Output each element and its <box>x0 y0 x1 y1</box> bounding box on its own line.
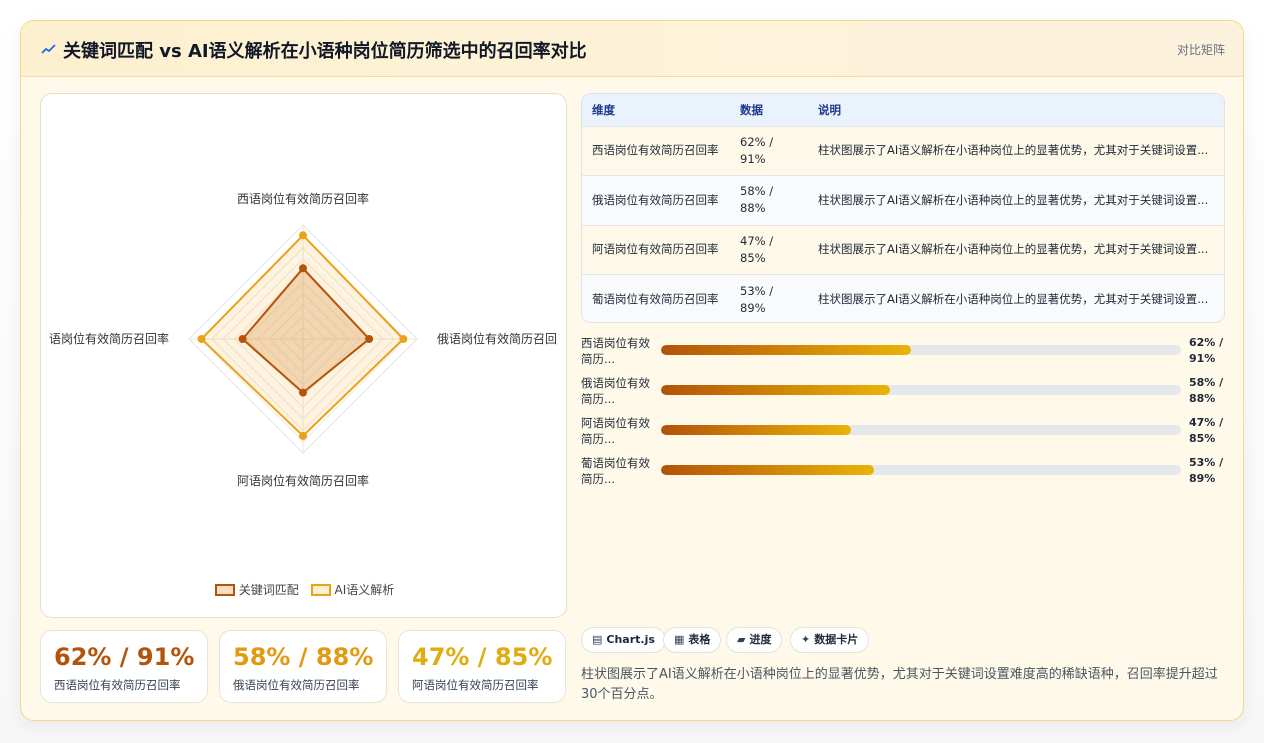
stat-card: 58% / 88% 俄语岗位有效简历召回率 <box>219 630 387 703</box>
legend-swatch-series2 <box>310 584 331 596</box>
table-cell-description: 柱状图展示了AI语义解析在小语种岗位上的显著优势，尤其对于关键词设置... <box>818 143 1209 158</box>
table-row: 俄语岗位有效简历召回率 58% / 88% 柱状图展示了AI语义解析在小语种岗位… <box>582 175 1224 225</box>
stat-label: 俄语岗位有效简历召回率 <box>233 678 360 692</box>
progress-row: 阿语岗位有效简历... 47% / 85% <box>581 415 1225 447</box>
progress-fill <box>661 465 875 475</box>
table-header-data: 数据 <box>740 102 763 117</box>
table-row: 阿语岗位有效简历召回率 47% / 85% 柱状图展示了AI语义解析在小语种岗位… <box>582 225 1224 275</box>
table-header-row: 维度 数据 说明 <box>582 94 1224 126</box>
progress-value: 62% / 91% <box>1189 336 1224 365</box>
chip-table[interactable]: ▦ 表格 <box>663 627 722 653</box>
chart-legend: 关键词匹配 AI语义解析 <box>41 581 568 598</box>
radar-axis-label: 语岗位有效简历召回率 <box>49 331 169 346</box>
progress-label: 俄语岗位有效简历... <box>581 376 650 406</box>
header-tag: 对比矩阵 <box>1176 43 1225 57</box>
radar-point <box>365 335 374 343</box>
progress-track <box>661 425 1181 435</box>
stat-value: 62% / 91% <box>54 643 195 671</box>
table-cell-dimension: 西语岗位有效简历召回率 <box>592 143 719 158</box>
table-header-description: 说明 <box>818 102 841 117</box>
stat-card: 62% / 91% 西语岗位有效简历召回率 <box>40 630 208 703</box>
progress-value: 53% / 89% <box>1189 456 1224 485</box>
chip-label: 进度 <box>749 633 772 646</box>
legend-item-series1[interactable]: 关键词匹配 <box>214 581 299 598</box>
table-header-dimension: 维度 <box>592 102 615 117</box>
legend-item-series2[interactable]: AI语义解析 <box>310 581 395 598</box>
table-cell-dimension: 俄语岗位有效简历召回率 <box>592 192 719 207</box>
progress-label: 阿语岗位有效简历... <box>581 416 650 446</box>
radar-chart-panel: 西语岗位有效简历召回率俄语岗位有效简历召回阿语岗位有效简历召回率 语岗位有效简历召… <box>40 93 567 618</box>
radar-point <box>299 264 307 273</box>
progress-fill <box>661 345 911 355</box>
radar-chart: 西语岗位有效简历召回率俄语岗位有效简历召回阿语岗位有效简历召回率 语岗位有效简历召… <box>49 191 557 488</box>
table-cell-dimension: 阿语岗位有效简历召回率 <box>592 242 719 257</box>
data-table: 维度 数据 说明 西语岗位有效简历召回率 62% / 91% 柱状图展示了AI语… <box>581 93 1225 323</box>
progress-icon: ▰ <box>737 633 746 646</box>
stat-value: 58% / 88% <box>233 643 374 671</box>
progress-label: 葡语岗位有效简历... <box>581 456 650 486</box>
stat-label: 阿语岗位有效简历召回率 <box>412 678 539 692</box>
chip-label: 表格 <box>688 633 711 646</box>
chip-chartjs[interactable]: ▤ Chart.js <box>581 627 666 653</box>
progress-row: 俄语岗位有效简历... 58% / 88% <box>581 375 1225 407</box>
table-cell-data: 62% / 91% <box>740 134 774 166</box>
radar-point <box>299 231 307 240</box>
table-cell-description: 柱状图展示了AI语义解析在小语种岗位上的显著优势，尤其对于关键词设置... <box>818 242 1209 257</box>
legend-swatch-series1 <box>214 584 235 596</box>
table-row: 葡语岗位有效简历召回率 53% / 89% 柱状图展示了AI语义解析在小语种岗位… <box>582 274 1224 322</box>
progress-track <box>661 385 1181 395</box>
progress-track <box>661 345 1181 355</box>
stat-label: 西语岗位有效简历召回率 <box>54 678 181 692</box>
chip-label: 数据卡片 <box>814 633 859 646</box>
chip-progress[interactable]: ▰ 进度 <box>726 627 783 653</box>
progress-row: 葡语岗位有效简历... 53% / 89% <box>581 455 1225 487</box>
radar-point <box>399 335 408 343</box>
comparison-card: 关键词匹配 vs AI语义解析在小语种岗位简历筛选中的召回率对比 对比矩阵 西语… <box>20 20 1244 721</box>
legend-label-series1: 关键词匹配 <box>238 583 299 597</box>
chip-data-card[interactable]: ✦ 数据卡片 <box>790 627 870 653</box>
card-header: 关键词匹配 vs AI语义解析在小语种岗位简历筛选中的召回率对比 对比矩阵 <box>21 21 1243 77</box>
table-row: 西语岗位有效简历召回率 62% / 91% 柱状图展示了AI语义解析在小语种岗位… <box>582 126 1224 176</box>
table-cell-description: 柱状图展示了AI语义解析在小语种岗位上的显著优势，尤其对于关键词设置... <box>818 192 1209 207</box>
radar-point <box>238 335 247 343</box>
chart-icon: ▤ <box>592 633 603 646</box>
table-cell-description: 柱状图展示了AI语义解析在小语种岗位上的显著优势，尤其对于关键词设置... <box>818 292 1209 306</box>
table-cell-data: 47% / 85% <box>740 233 774 265</box>
progress-fill <box>661 385 890 395</box>
radar-point <box>299 431 307 440</box>
radar-axis-label: 阿语岗位有效简历召回率 <box>237 473 369 488</box>
table-cell-data: 53% / 89% <box>740 283 774 315</box>
stat-value: 47% / 85% <box>412 643 553 671</box>
radar-axis-label: 俄语岗位有效简历召回 <box>437 331 557 346</box>
card-icon: ✦ <box>801 633 811 646</box>
stat-card: 47% / 85% 阿语岗位有效简历召回率 <box>398 630 566 703</box>
chip-label: Chart.js <box>606 633 655 646</box>
progress-label: 西语岗位有效简历... <box>581 336 650 366</box>
table-cell-dimension: 葡语岗位有效简历召回率 <box>592 292 719 306</box>
progress-value: 58% / 88% <box>1189 376 1224 405</box>
summary-text: 柱状图展示了AI语义解析在小语种岗位上的显著优势，尤其对于关键词设置难度高的稀缺… <box>581 667 1218 702</box>
progress-value: 47% / 85% <box>1189 416 1224 445</box>
table-cell-data: 58% / 88% <box>740 184 774 216</box>
chart-line-icon <box>41 44 56 54</box>
radar-point <box>197 335 206 343</box>
progress-fill <box>661 425 851 435</box>
table-icon: ▦ <box>674 633 685 646</box>
progress-track <box>661 465 1181 475</box>
radar-point <box>299 388 307 397</box>
page-title: 关键词匹配 vs AI语义解析在小语种岗位简历筛选中的召回率对比 <box>63 41 587 62</box>
radar-axis-label: 西语岗位有效简历召回率 <box>237 191 369 206</box>
progress-row: 西语岗位有效简历... 62% / 91% <box>581 335 1225 367</box>
legend-label-series2: AI语义解析 <box>334 583 395 597</box>
